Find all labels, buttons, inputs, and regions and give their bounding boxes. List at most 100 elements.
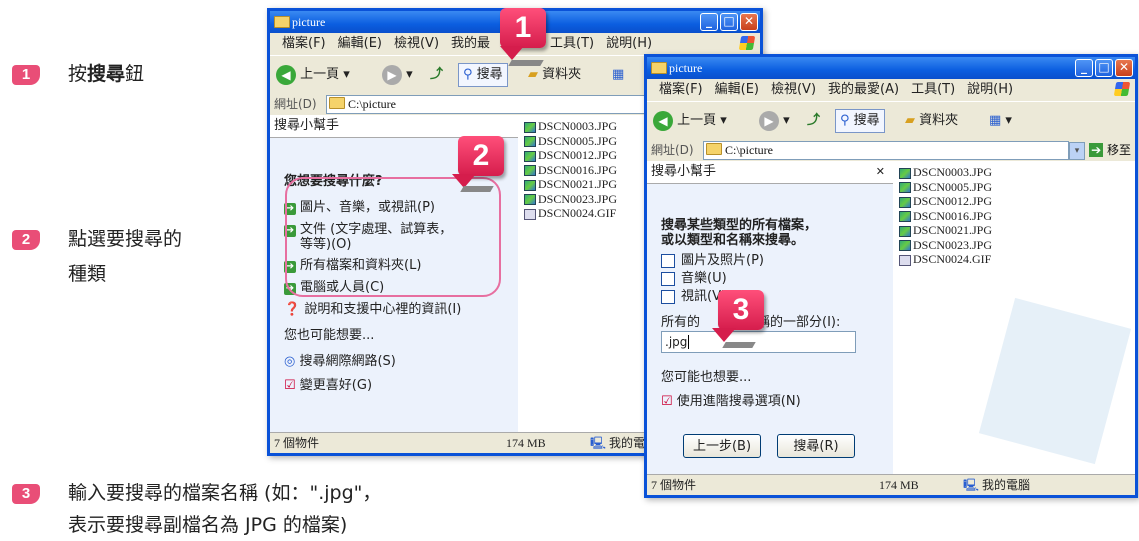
checkbox[interactable] bbox=[661, 289, 675, 304]
forward-arrow-icon: ▶ bbox=[382, 64, 402, 85]
image-file-icon bbox=[524, 121, 536, 133]
back-arrow-icon: ◀ bbox=[653, 110, 673, 131]
close-pane-icon[interactable]: ✕ bbox=[876, 161, 885, 183]
file-name: DSCN0023.JPG bbox=[913, 237, 993, 252]
file-name: DSCN0016.JPG bbox=[913, 208, 993, 223]
menu-view[interactable]: 檢視(V) bbox=[771, 82, 816, 97]
folders-button[interactable]: ▰ 資料夾 bbox=[905, 110, 958, 132]
back-label: 上一頁 bbox=[677, 113, 717, 128]
help-link[interactable]: ❓ 說明和支援中心裡的資訊(I) bbox=[284, 298, 461, 317]
menu-edit[interactable]: 編輯(E) bbox=[715, 82, 759, 97]
step-3-badge: 3 bbox=[12, 484, 40, 504]
menu-file[interactable]: 檔案(F) bbox=[659, 82, 703, 97]
search-assistant-title: 搜尋小幫手 bbox=[651, 164, 717, 179]
back-arrow-icon: ◀ bbox=[276, 64, 296, 85]
options-highlight bbox=[285, 177, 501, 297]
check-music[interactable]: 音樂(U) bbox=[661, 267, 727, 286]
computer-icon: 🖳 bbox=[963, 478, 980, 492]
change-preferences-link[interactable]: ☑ 變更喜好(G) bbox=[284, 374, 372, 393]
previous-step-button[interactable]: 上一步(B) bbox=[683, 434, 761, 458]
close-button[interactable]: ✕ bbox=[1115, 59, 1133, 77]
front-explorer-window: picture _ □ ✕ 檔案(F) 編輯(E) 檢視(V) 我的最愛(A) 工具(T… bbox=[644, 54, 1138, 498]
step-3-line1: 輸入要搜尋的檔案名稱 (如：".jpg"， bbox=[68, 482, 382, 504]
search-label: 搜尋 bbox=[853, 113, 880, 128]
go-button[interactable]: ➔ 移至 bbox=[1089, 139, 1131, 161]
menu-tools[interactable]: 工具(T) bbox=[550, 36, 594, 51]
image-file-icon bbox=[899, 240, 911, 252]
search-assistant-title: 搜尋小幫手 bbox=[270, 115, 518, 138]
folders-button[interactable]: ▰ 資料夾 bbox=[528, 64, 581, 86]
address-input[interactable]: C:\picture bbox=[703, 141, 1069, 160]
filename-value: .jpg bbox=[665, 335, 688, 349]
status-objects: 7 個物件 bbox=[651, 478, 697, 492]
maximize-button[interactable]: □ bbox=[1095, 59, 1113, 77]
up-folder-icon: ⤴ bbox=[430, 67, 444, 82]
checkbox[interactable] bbox=[661, 253, 675, 268]
front-statusbar: 7 個物件 174 MB 🖳 我的電腦 bbox=[647, 474, 1135, 495]
address-dropdown-button[interactable]: ▾ bbox=[1069, 142, 1085, 160]
check-pictures[interactable]: 圖片及照片(P) bbox=[661, 249, 764, 268]
also-want-label: 您也可能想要... bbox=[284, 328, 375, 343]
views-button[interactable]: ▦ ▾ bbox=[989, 110, 1012, 132]
step-1-text: 按搜尋鈕 bbox=[68, 58, 144, 90]
image-file-icon bbox=[899, 225, 911, 237]
folder-icon bbox=[651, 62, 667, 74]
search-button[interactable]: ⚲ 搜尋 bbox=[458, 63, 508, 87]
gif-file-icon bbox=[524, 208, 536, 220]
image-file-icon bbox=[899, 211, 911, 223]
menu-help[interactable]: 說明(H) bbox=[967, 82, 1013, 97]
minimize-button[interactable]: _ bbox=[1075, 59, 1093, 77]
checkbox[interactable] bbox=[661, 271, 675, 286]
up-folder-button[interactable]: ⤴ bbox=[807, 110, 820, 132]
front-search-pane: 搜尋小幫手 ✕ 搜尋某些類型的所有檔案， 或以類型和名稱來搜尋。 圖片及照片(P)… bbox=[647, 161, 893, 475]
file-item[interactable]: DSCN0003.JPG bbox=[899, 165, 1135, 180]
maximize-button[interactable]: □ bbox=[720, 13, 738, 31]
file-item[interactable]: DSCN0024.GIF bbox=[899, 252, 1135, 267]
image-file-icon bbox=[899, 182, 911, 194]
search-button[interactable]: ⚲ 搜尋 bbox=[835, 109, 885, 133]
menu-view[interactable]: 檢視(V) bbox=[394, 36, 439, 51]
status-location: 🖳 我的電腦 bbox=[963, 475, 1030, 495]
file-name: DSCN0005.JPG bbox=[913, 179, 993, 194]
search-icon: ⚲ bbox=[463, 67, 473, 82]
back-button[interactable]: ◀ 上一頁 ▾ bbox=[653, 110, 727, 132]
forward-button[interactable]: ▶ ▾ bbox=[759, 110, 790, 132]
file-item[interactable]: DSCN0016.JPG bbox=[899, 209, 1135, 224]
check-pictures-label: 圖片及照片(P) bbox=[681, 253, 764, 268]
menu-tools[interactable]: 工具(T) bbox=[911, 82, 955, 97]
image-file-icon bbox=[899, 196, 911, 208]
views-button[interactable]: ▦ bbox=[612, 64, 624, 86]
file-name: DSCN0023.JPG bbox=[538, 191, 618, 206]
filename-search-input[interactable]: .jpg bbox=[661, 331, 856, 353]
front-file-list: DSCN0003.JPG DSCN0005.JPG DSCN0012.JPG D… bbox=[895, 161, 1135, 475]
callout-1-shadow bbox=[508, 60, 544, 66]
file-item[interactable]: DSCN0021.JPG bbox=[899, 223, 1135, 238]
up-folder-button[interactable]: ⤴ bbox=[430, 64, 443, 86]
start-search-button[interactable]: 搜尋(R) bbox=[777, 434, 855, 458]
close-button[interactable]: ✕ bbox=[740, 13, 758, 31]
check-video[interactable]: 視訊(V) bbox=[661, 285, 726, 304]
front-toolbar: ◀ 上一頁 ▾ ▶ ▾ ⤴ ⚲ 搜尋 ▰ 資料夾 ▦ ▾ bbox=[647, 101, 1135, 141]
file-name: DSCN0016.JPG bbox=[538, 162, 618, 177]
forward-button[interactable]: ▶ ▾ bbox=[382, 64, 413, 86]
callout-1-tail bbox=[500, 46, 524, 60]
step-2-line2: 種類 bbox=[68, 263, 107, 285]
status-location: 🖳 我的電 bbox=[590, 433, 645, 453]
file-item[interactable]: DSCN0023.JPG bbox=[899, 238, 1135, 253]
advanced-search-label: 使用進階搜尋選項(N) bbox=[676, 394, 801, 409]
back-button[interactable]: ◀ 上一頁 ▾ bbox=[276, 64, 350, 86]
menu-favorites[interactable]: 我的最愛(A) bbox=[828, 82, 899, 97]
image-file-icon bbox=[524, 179, 536, 191]
advanced-search-link[interactable]: ☑ 使用進階搜尋選項(N) bbox=[661, 390, 801, 409]
file-item[interactable]: DSCN0005.JPG bbox=[899, 180, 1135, 195]
menu-edit[interactable]: 編輯(E) bbox=[338, 36, 382, 51]
search-internet-link[interactable]: ◎ 搜尋網際網路(S) bbox=[284, 350, 396, 369]
folders-icon: ▰ bbox=[528, 67, 538, 82]
menu-help[interactable]: 說明(H) bbox=[606, 36, 652, 51]
also-want-label: 您可能也想要... bbox=[661, 370, 752, 385]
menu-favorites[interactable]: 我的最 bbox=[451, 36, 490, 51]
file-item[interactable]: DSCN0012.JPG bbox=[899, 194, 1135, 209]
minimize-button[interactable]: _ bbox=[700, 13, 718, 31]
menu-file[interactable]: 檔案(F) bbox=[282, 36, 326, 51]
folder-icon bbox=[706, 143, 722, 155]
